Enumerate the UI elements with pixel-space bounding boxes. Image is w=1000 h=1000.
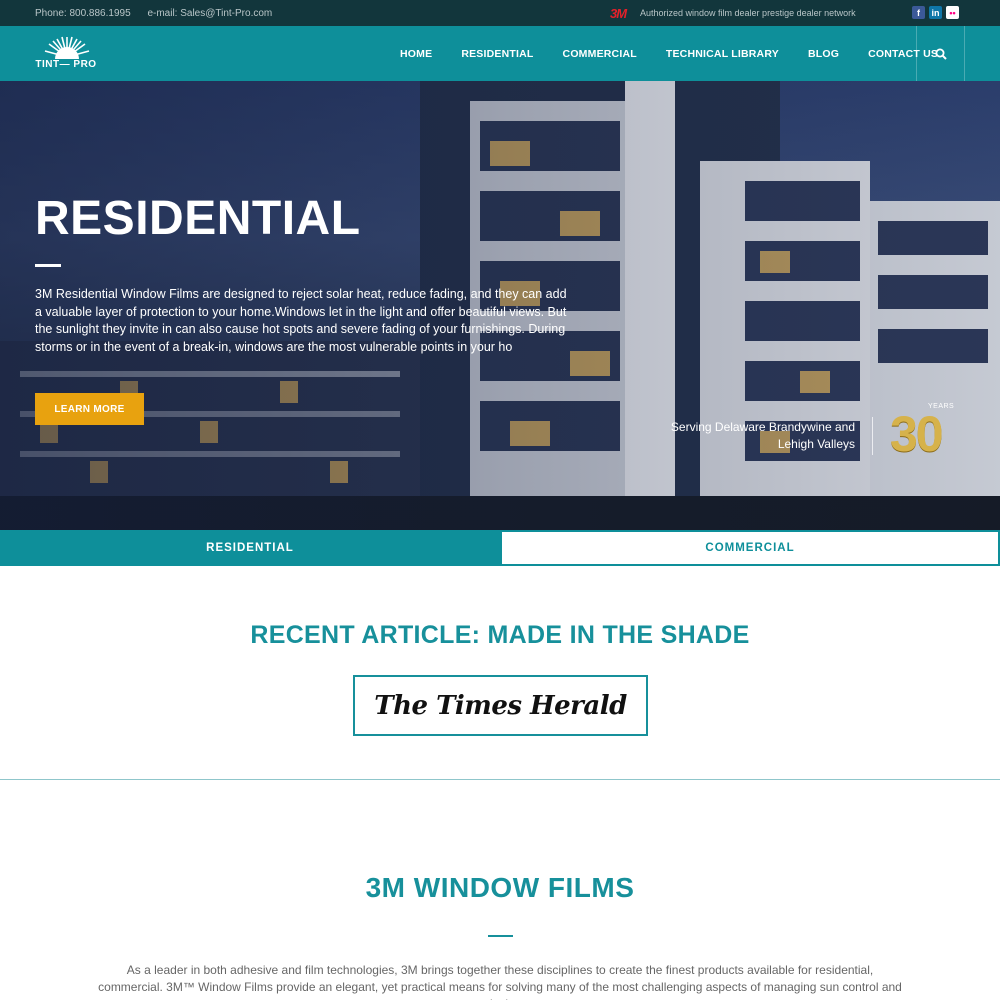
dealer-tagline: Authorized window film dealer prestige d… [640,8,856,18]
nav-menu: HOME RESIDENTIAL COMMERCIAL TECHNICAL LI… [400,26,967,81]
logo-text: TINT— PRO [35,59,97,70]
films-title: 3M WINDOW FILMS [365,872,635,903]
search-icon [935,48,947,60]
search-button[interactable] [916,26,965,81]
nav-item-commercial[interactable]: COMMERCIAL [563,48,637,60]
contact-info: Phone: 800.886.1995 e-mail: Sales@Tint-P… [35,8,286,19]
nav-item-technical-library[interactable]: TECHNICAL LIBRARY [666,48,779,60]
flickr-icon[interactable]: •• [946,6,959,19]
sun-logo-icon [44,36,90,59]
tab-residential[interactable]: RESIDENTIAL [0,530,500,566]
nav-item-blog[interactable]: BLOG [808,48,839,60]
times-herald-link[interactable]: The Times Herald [353,675,648,736]
hero-title: RESIDENTIAL [35,192,361,245]
main-nav: TINT— PRO HOME RESIDENTIAL COMMERCIAL TE… [0,26,1000,81]
learn-more-button[interactable]: LEARN MORE [35,393,144,425]
facebook-icon[interactable]: f [912,6,925,19]
phone-text: Phone: 800.886.1995 [35,8,131,19]
years-number: 30 [890,406,944,462]
films-divider [488,935,513,937]
tab-commercial[interactable]: COMMERCIAL [500,530,1000,566]
hero-banner: RESIDENTIAL 3M Residential Window Films … [0,81,1000,530]
hero-description: 3M Residential Window Films are designed… [35,287,567,354]
section-divider [0,779,1000,780]
3m-logo: 3M [610,6,627,21]
email-link[interactable]: e-mail: Sales@Tint-Pro.com [147,8,272,19]
recent-article-title: RECENT ARTICLE: MADE IN THE SHADE [250,621,750,649]
serving-text: Serving Delaware Brandywine and Lehigh V… [670,420,855,451]
films-description: As a leader in both adhesive and film te… [98,963,902,1000]
linkedin-icon[interactable]: in [929,6,942,19]
times-herald-logo: The Times Herald [374,690,627,721]
nav-item-home[interactable]: HOME [400,48,432,60]
hero-divider [35,264,61,267]
nav-item-residential[interactable]: RESIDENTIAL [461,48,533,60]
social-links: f in •• [912,6,959,19]
badge-divider [872,417,873,455]
top-bar: Phone: 800.886.1995 e-mail: Sales@Tint-P… [0,0,1000,26]
tint-pro-logo[interactable]: TINT— PRO [35,35,97,71]
category-tabs: RESIDENTIAL COMMERCIAL [0,530,1000,566]
